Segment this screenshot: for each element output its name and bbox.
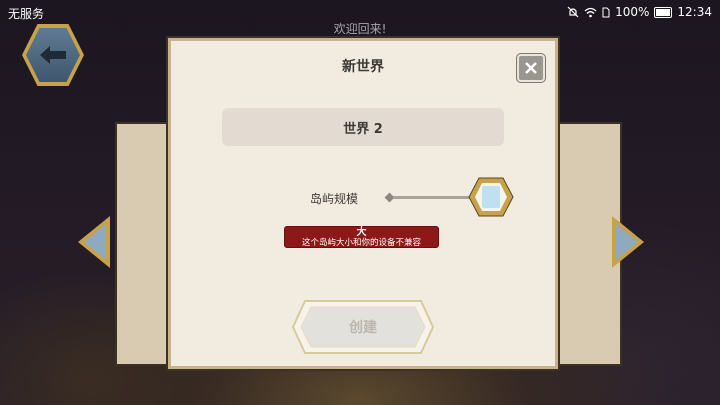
new-world-dialog: 新世界 世界 2 岛屿规模 大 这个岛屿大小和你的设备不兼容 创建 — [168, 38, 558, 369]
mute-icon — [567, 6, 579, 18]
sim-icon — [602, 7, 610, 17]
island-size-label: 岛屿规模 — [310, 192, 359, 206]
slider-handle[interactable] — [468, 177, 514, 217]
world-name-field[interactable]: 世界 2 — [222, 108, 504, 146]
right-arrow-icon[interactable] — [608, 214, 648, 270]
left-arrow-icon[interactable] — [74, 214, 114, 270]
battery-icon — [654, 6, 673, 18]
back-arrow-icon — [40, 46, 66, 64]
island-size-slider[interactable] — [393, 196, 473, 199]
dialog-title: 新世界 — [342, 59, 384, 75]
create-button[interactable]: 创建 — [291, 299, 435, 355]
battery-percent: 100% — [615, 5, 650, 19]
warning-size: 大 — [356, 227, 367, 238]
status-right: 100% 12:34 — [567, 5, 712, 19]
close-icon — [525, 62, 537, 74]
wifi-icon — [584, 7, 597, 17]
create-label: 创建 — [349, 320, 377, 336]
world-name-value: 世界 2 — [343, 121, 383, 137]
incompatible-warning: 大 这个岛屿大小和你的设备不兼容 — [284, 226, 439, 248]
clock: 12:34 — [677, 5, 712, 19]
warning-message: 这个岛屿大小和你的设备不兼容 — [301, 238, 421, 248]
welcome-text: 欢迎回来! — [333, 22, 387, 36]
close-button[interactable] — [517, 54, 545, 82]
